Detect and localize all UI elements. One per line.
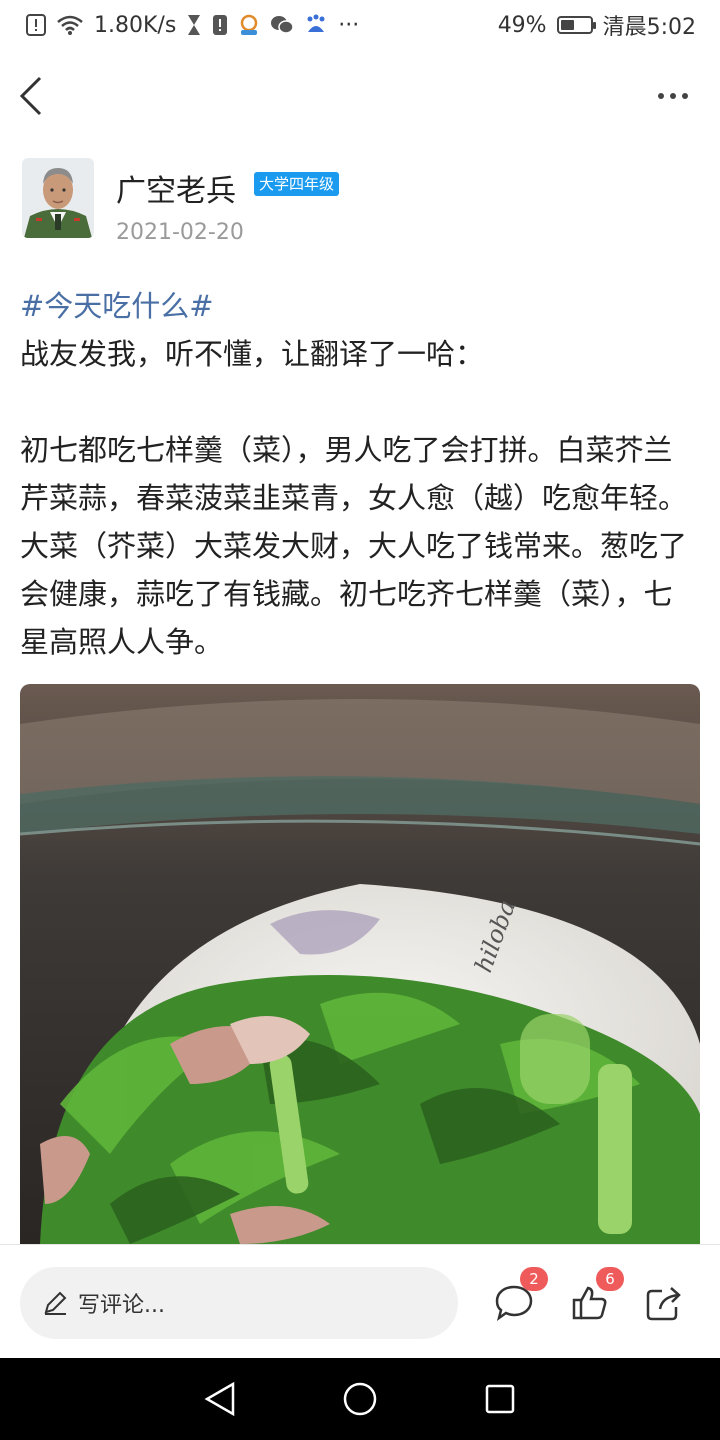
more-dot bbox=[682, 93, 688, 99]
system-home-button[interactable] bbox=[330, 1369, 390, 1429]
wechat-icon bbox=[270, 14, 295, 36]
chevron-left-icon bbox=[19, 76, 42, 116]
author-header: 广空老兵 大学四年级 2021-02-20 bbox=[22, 158, 702, 248]
circle-home-icon bbox=[343, 1382, 377, 1416]
post-image[interactable]: hiloba bbox=[20, 684, 700, 1244]
post-date: 2021-02-20 bbox=[116, 220, 244, 245]
share-button[interactable] bbox=[644, 1283, 688, 1327]
more-dots-icon bbox=[658, 93, 664, 99]
alert-icon bbox=[26, 14, 46, 36]
bottom-action-bar: 写评论... 2 6 bbox=[0, 1244, 720, 1358]
net-speed: 1.80K/s bbox=[94, 12, 177, 38]
post-intro: 战友发我，听不懂，让翻译了一哈： bbox=[20, 337, 485, 371]
more-options-button[interactable] bbox=[648, 74, 698, 118]
status-left: 1.80K/s ··· bbox=[26, 13, 359, 38]
comment-input[interactable]: 写评论... bbox=[20, 1267, 458, 1339]
share-icon bbox=[646, 1287, 681, 1321]
square-recents-icon bbox=[485, 1384, 515, 1414]
system-recents-button[interactable] bbox=[470, 1369, 530, 1429]
author-name[interactable]: 广空老兵 bbox=[116, 166, 236, 210]
status-bar: 1.80K/s ··· 49% 清晨5:02 bbox=[0, 0, 720, 50]
status-right: 49% 清晨5:02 bbox=[498, 9, 696, 41]
pencil-icon bbox=[44, 1291, 67, 1315]
battery-percent: 49% bbox=[497, 12, 547, 38]
hashtag-link[interactable]: #今天吃什么# bbox=[20, 282, 700, 330]
app-notification-icon bbox=[238, 14, 260, 36]
system-back-button[interactable] bbox=[190, 1369, 250, 1429]
more-notifications: ··· bbox=[338, 12, 360, 38]
back-button[interactable] bbox=[14, 72, 54, 120]
wifi-icon bbox=[56, 14, 84, 36]
post-content: #今天吃什么# 战友发我，听不懂，让翻译了一哈： 初七都吃七样羹（菜），男人吃了… bbox=[20, 282, 700, 666]
clock: 清晨5:02 bbox=[602, 15, 696, 40]
sim-alert-icon bbox=[212, 14, 228, 36]
more-dot bbox=[670, 93, 676, 99]
level-badge: 大学四年级 bbox=[254, 172, 340, 196]
like-button[interactable]: 6 bbox=[570, 1267, 624, 1327]
like-count-badge: 6 bbox=[596, 1267, 624, 1291]
triangle-back-icon bbox=[204, 1381, 235, 1417]
avatar[interactable] bbox=[22, 158, 94, 238]
battery-level bbox=[560, 20, 575, 30]
comment-placeholder: 写评论... bbox=[78, 1293, 165, 1318]
comment-count-badge: 2 bbox=[520, 1267, 548, 1291]
top-navbar bbox=[0, 60, 720, 132]
system-nav-bar bbox=[0, 1358, 720, 1440]
hourglass-icon bbox=[186, 14, 202, 36]
battery-icon bbox=[556, 16, 596, 34]
baidu-icon bbox=[304, 14, 328, 36]
comments-button[interactable]: 2 bbox=[494, 1267, 548, 1327]
post-paragraph: 初七都吃七样羹（菜），男人吃了会打拼。白菜芥兰芹菜蒜，春菜菠菜韭菜青，女人愈（越… bbox=[20, 433, 688, 659]
